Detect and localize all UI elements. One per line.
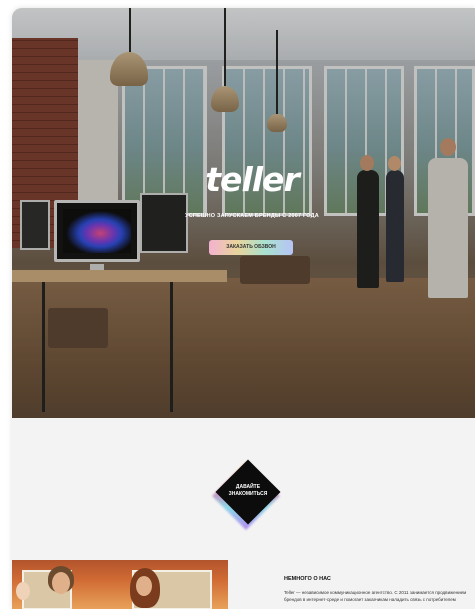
landing-page: teller УСПЕШНО ЗАПУСКАЕМ БРЕНДЫ С 2007 Г…	[12, 8, 475, 609]
person-face	[136, 576, 152, 596]
lower-section: ДАВАЙТЕ ЗНАКОМИТЬСЯ НЕМНОГО О НАС Teller…	[12, 418, 475, 609]
hero-section: teller УСПЕШНО ЗАПУСКАЕМ БРЕНДЫ С 2007 Г…	[12, 8, 475, 418]
person-face	[16, 582, 30, 600]
person-face	[52, 572, 70, 594]
about-title: НЕМНОГО О НАС	[284, 576, 331, 582]
lets-meet-label: ДАВАЙТЕ ЗНАКОМИТЬСЯ	[228, 484, 268, 497]
lets-meet-button[interactable]: ДАВАЙТЕ ЗНАКОМИТЬСЯ	[212, 459, 281, 530]
teller-logo: teller	[205, 160, 299, 199]
about-text: Teller — независимое коммуникационное аг…	[284, 590, 467, 602]
team-photo	[12, 560, 228, 609]
hero-tagline: УСПЕШНО ЗАПУСКАЕМ БРЕНДЫ С 2007 ГОДА	[185, 213, 319, 219]
order-call-button[interactable]: ЗАКАЗАТЬ ОБЗВОН	[209, 240, 293, 255]
